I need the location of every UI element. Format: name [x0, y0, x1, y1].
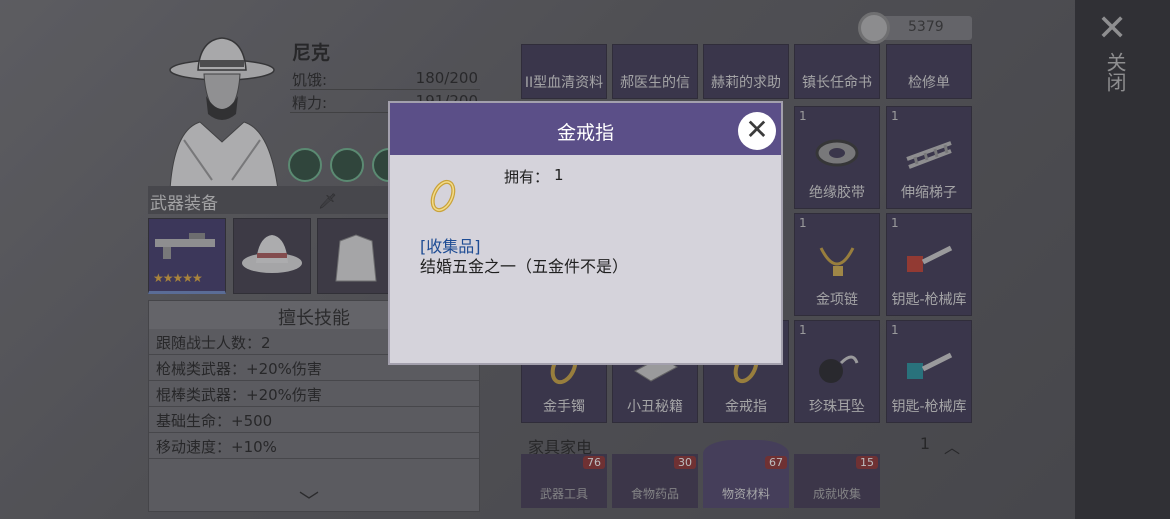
owned-label: 拥有：: [504, 168, 550, 186]
popup-title: 金戒指: [556, 122, 614, 144]
popup-close-button[interactable]: ✕: [738, 112, 776, 150]
item-description: 结婚五金之一（五金件不是）: [420, 257, 629, 276]
ring-icon: [430, 179, 456, 213]
popup-header: 金戒指 ✕: [390, 103, 781, 155]
item-detail-popup: 金戒指 ✕ 拥有： 1 [收集品] 结婚五金之一（五金件不是）: [388, 101, 783, 365]
owned-value: 1: [554, 166, 564, 184]
